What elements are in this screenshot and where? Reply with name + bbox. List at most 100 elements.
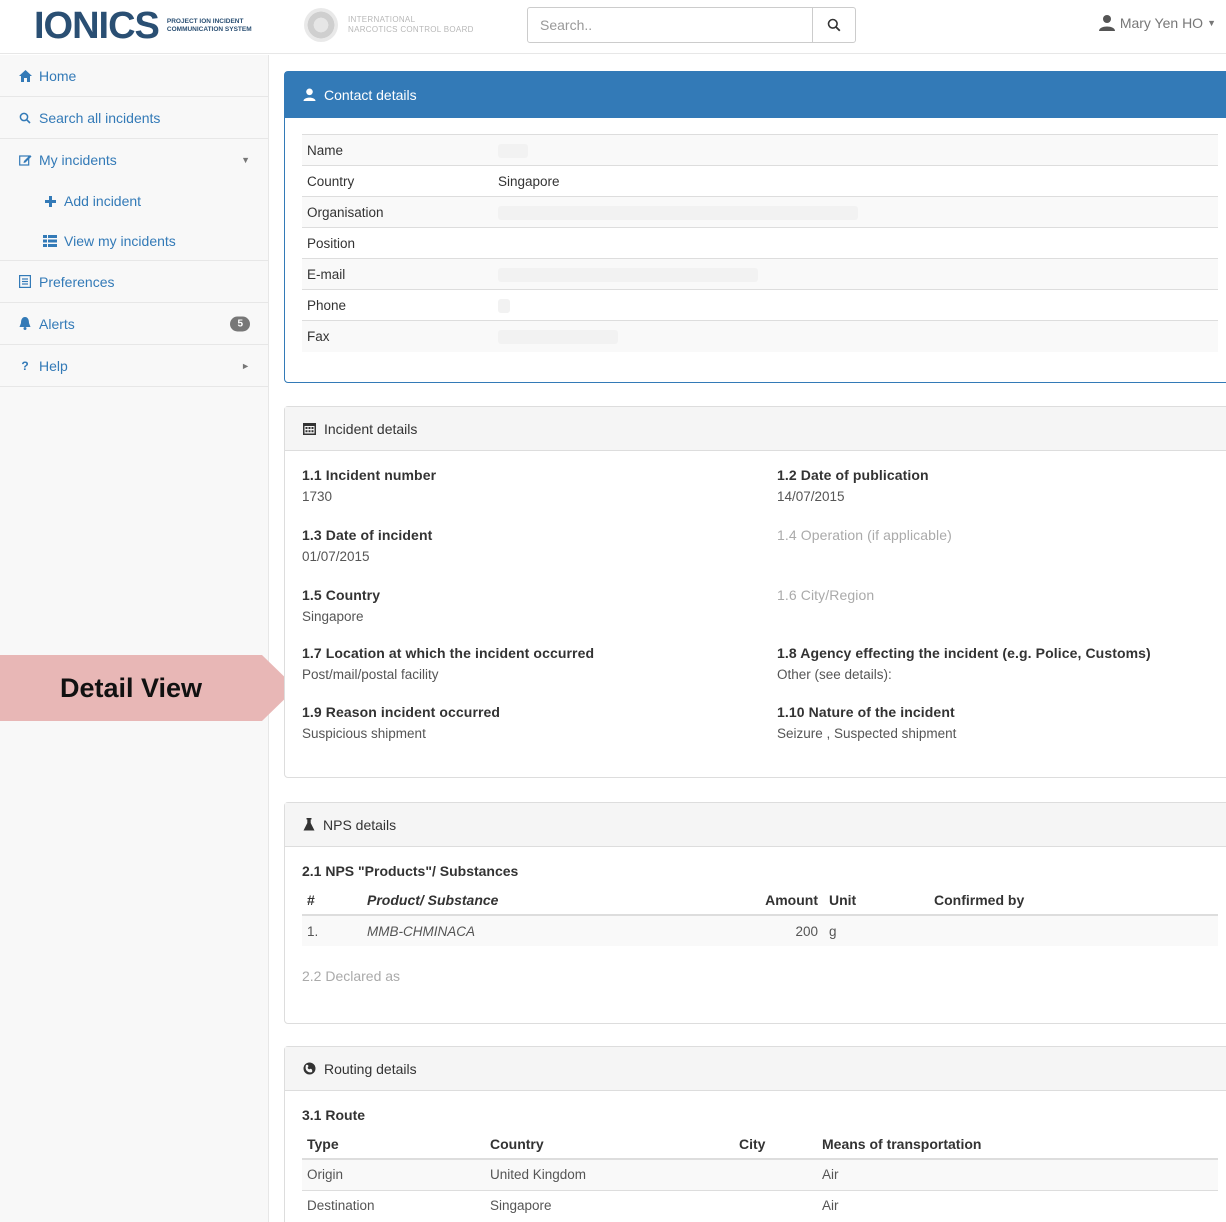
field-value: 14/07/2015 — [777, 489, 845, 504]
route-cell-means: Air — [817, 1158, 1218, 1190]
column-header-type: Type — [302, 1129, 485, 1160]
sidebar-item-my-incidents[interactable]: My incidents ▼ — [0, 139, 268, 181]
panel-title: NPS details — [323, 816, 397, 833]
list-icon — [42, 234, 58, 247]
user-icon — [1098, 15, 1115, 31]
field-label: 1.10 Nature of the incident — [777, 704, 955, 720]
redacted-value — [498, 298, 510, 313]
column-header-amount: Amount — [752, 885, 824, 916]
logo-subtitle: Project ION Incident Communication Syste… — [167, 18, 252, 34]
user-name: Mary Yen HO — [1119, 14, 1204, 31]
field-value: Other (see details): — [777, 667, 892, 682]
contact-field-label: Position — [302, 227, 493, 259]
column-header-confirmed: Confirmed by — [929, 885, 1218, 916]
contact-field-value — [493, 196, 1218, 228]
route-cell-country: United Kingdom — [485, 1158, 734, 1190]
calendar-icon — [303, 422, 316, 435]
sidebar-item-help[interactable]: ? Help ► — [0, 345, 268, 387]
panel-title: Incident details — [324, 420, 418, 437]
sidebar-item-label: My incidents — [39, 152, 117, 168]
sidebar-item-label: Add incident — [64, 193, 142, 209]
panel-title: Routing details — [324, 1060, 417, 1077]
alerts-count-badge: 5 — [230, 316, 250, 331]
contact-field-label: Name — [302, 134, 493, 166]
redacted-value — [498, 205, 858, 220]
bell-icon — [17, 317, 33, 330]
sidebar-item-search-all[interactable]: Search all incidents — [0, 97, 268, 139]
contact-field-label: Fax — [302, 320, 493, 352]
route-cell-city — [734, 1189, 817, 1221]
question-icon: ? — [21, 358, 29, 373]
sidebar-item-add-incident[interactable]: Add incident — [0, 181, 268, 221]
section-route-label: 3.1 Route — [302, 1107, 366, 1123]
sidebar-item-label: Home — [39, 67, 77, 84]
user-menu[interactable]: Mary Yen HO ▼ — [1098, 14, 1216, 31]
field-label: 1.5 Country — [302, 587, 381, 603]
sidebar-item-alerts[interactable]: Alerts 5 — [0, 303, 268, 345]
logo-subtitle-line2: Communication System — [166, 26, 252, 33]
top-navbar: IONICS Project ION Incident Communicatio… — [0, 0, 1226, 54]
nps-details-heading: NPS details — [285, 803, 1226, 847]
field-incident-number: 1.1 Incident number 1730 — [302, 467, 436, 504]
field-reason: 1.9 Reason incident occurred Suspicious … — [302, 704, 500, 741]
field-label: 1.7 Location at which the incident occur… — [302, 645, 595, 661]
ionics-logo[interactable]: IONICS Project ION Incident Communicatio… — [34, 6, 252, 46]
sidebar-item-preferences[interactable]: Preferences — [0, 261, 268, 303]
column-header-country: Country — [485, 1129, 734, 1160]
field-label: 1.6 City/Region — [777, 587, 875, 603]
plus-icon — [42, 195, 58, 207]
substances-table: # Product/ Substance Amount Unit Confirm… — [302, 885, 1218, 946]
routing-details-heading: Routing details — [285, 1047, 1226, 1091]
table-header-row: # Product/ Substance Amount Unit Confirm… — [302, 885, 1218, 916]
table-row: Position — [302, 227, 1218, 259]
route-cell-means: Air — [817, 1189, 1218, 1221]
sidebar-item-label: Preferences — [39, 273, 115, 290]
search-button[interactable] — [812, 7, 856, 43]
field-label: 1.1 Incident number — [302, 467, 437, 483]
sidebar-item-view-my-incidents[interactable]: View my incidents — [0, 221, 268, 261]
table-row: Fax — [302, 320, 1218, 352]
field-date-of-publication: 1.2 Date of publication 14/07/2015 — [777, 467, 929, 504]
detail-view-callout: Detail View — [0, 655, 296, 721]
contact-field-label: Organisation — [302, 196, 493, 228]
nps-details-panel: NPS details 2.1 NPS "Products"/ Substanc… — [284, 802, 1226, 1024]
user-icon — [303, 88, 316, 101]
contact-field-label: Country — [302, 165, 493, 197]
field-nature: 1.10 Nature of the incident Seizure , Su… — [777, 704, 956, 741]
search-icon — [17, 112, 33, 124]
incb-name: International Narcotics Control Board — [348, 15, 474, 35]
redacted-value — [498, 267, 758, 282]
table-row: Country Singapore — [302, 165, 1218, 197]
column-header-means: Means of transportation — [817, 1129, 1218, 1160]
search-input[interactable] — [527, 7, 813, 43]
field-city-region: 1.6 City/Region — [777, 587, 874, 609]
chevron-right-icon: ► — [241, 360, 250, 371]
contact-value-text: Singapore — [498, 173, 560, 189]
flask-icon — [303, 818, 315, 831]
incident-details-heading: Incident details — [285, 407, 1226, 451]
home-icon — [17, 69, 33, 82]
table-row: Origin United Kingdom Air — [302, 1158, 1218, 1190]
globe-icon — [303, 1062, 316, 1075]
field-label: 1.8 Agency effecting the incident (e.g. … — [777, 645, 1151, 661]
sidebar: Home Search all incidents My incidents ▼… — [0, 55, 269, 1222]
routing-details-panel: Routing details 3.1 Route Type Country C… — [284, 1046, 1226, 1222]
field-country: 1.5 Country Singapore — [302, 587, 380, 624]
field-value: Suspicious shipment — [302, 726, 426, 741]
logo-subtitle-line1: Project ION Incident — [166, 18, 244, 25]
sidebar-item-home[interactable]: Home — [0, 55, 268, 97]
route-cell-city — [734, 1158, 817, 1190]
contact-details-heading: Contact details — [285, 72, 1226, 118]
column-header-num: # — [302, 885, 362, 916]
sidebar-item-label: Search all incidents — [39, 109, 161, 126]
section-substances-label: 2.1 NPS "Products"/ Substances — [302, 863, 519, 879]
field-value: Singapore — [302, 609, 364, 624]
contact-field-value — [493, 134, 1218, 166]
route-cell-country: Singapore — [485, 1189, 734, 1221]
contact-details-panel: Contact details Name Country Singapore Orga… — [284, 71, 1226, 383]
table-row: E-mail — [302, 258, 1218, 290]
field-operation: 1.4 Operation (if applicable) — [777, 527, 952, 549]
table-row: 1. MMB-CHMINACA 200 g — [302, 914, 1218, 946]
search-icon — [827, 18, 841, 32]
redacted-value — [498, 143, 528, 158]
